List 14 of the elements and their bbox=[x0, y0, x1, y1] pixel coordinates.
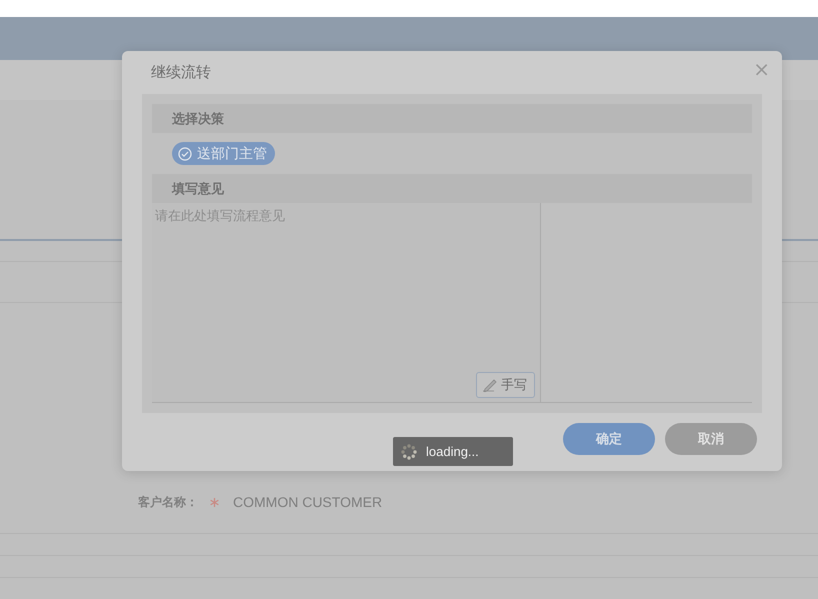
section-header: 填写意见 bbox=[152, 174, 752, 203]
check-circle-icon bbox=[178, 146, 192, 160]
section-header: 选择决策 bbox=[152, 104, 752, 133]
loading-text: loading... bbox=[426, 444, 479, 459]
dialog-title: 继续流转 bbox=[151, 63, 211, 82]
spinner-icon bbox=[401, 444, 417, 460]
handwrite-button[interactable]: 手写 bbox=[476, 372, 535, 398]
close-button[interactable]: × bbox=[749, 58, 774, 78]
field-label: 客户名称： bbox=[138, 494, 198, 510]
cancel-button[interactable]: 取消 bbox=[665, 423, 757, 455]
field-value: COMMON CUSTOMER bbox=[233, 494, 382, 510]
pen-icon bbox=[481, 378, 499, 392]
decision-option[interactable]: 送部门主管 bbox=[172, 142, 275, 165]
confirm-button[interactable]: 确定 bbox=[563, 423, 655, 455]
